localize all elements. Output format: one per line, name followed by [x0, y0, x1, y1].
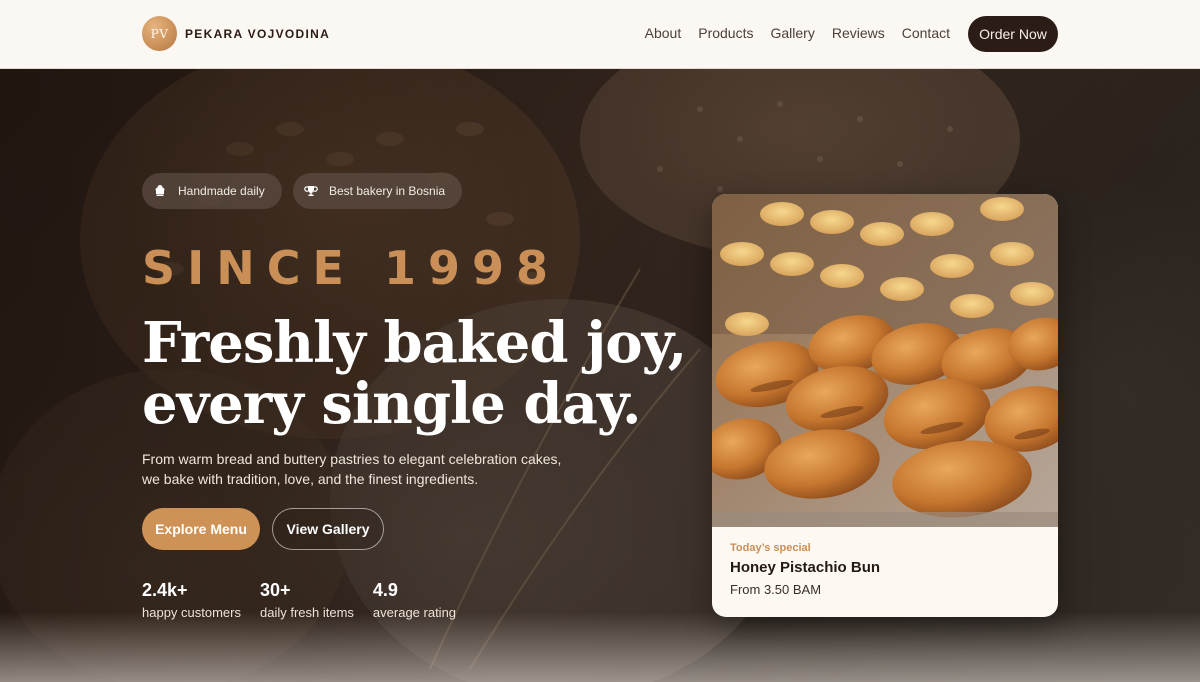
- stat-label: daily fresh items: [260, 605, 354, 620]
- stat-value: 30+: [260, 580, 291, 600]
- hero-headline: Freshly baked joy, every single day.: [142, 313, 702, 435]
- nav-link-reviews[interactable]: Reviews: [832, 25, 885, 41]
- explore-menu-button[interactable]: Explore Menu: [142, 508, 260, 550]
- nav-link-contact[interactable]: Contact: [902, 25, 950, 41]
- brand-name: PEKARA VOJVODINA: [185, 26, 331, 41]
- logo-badge: PV: [142, 16, 177, 51]
- hero-description: From warm bread and buttery pastries to …: [142, 451, 562, 487]
- stat-daily-items: 30+ daily fresh items: [260, 579, 354, 620]
- headline-line-1: Freshly baked joy,: [142, 310, 687, 376]
- card-price: From 3.50 BAM: [730, 582, 822, 597]
- stat-label: average rating: [372, 605, 457, 620]
- badge-label: Best bakery in Bosnia: [329, 184, 446, 198]
- card-title: Honey Pistachio Bun: [730, 559, 881, 576]
- stat-happy-customers: 2.4k+ happy customers: [142, 579, 241, 620]
- stat-value: 2.4k+: [142, 580, 188, 600]
- badge-best-bakery: Best bakery in Bosnia: [293, 173, 463, 209]
- hero-section: Handmade daily Best bakery in Bosnia SIN…: [0, 69, 1200, 682]
- card-tag: Today’s special: [730, 542, 811, 554]
- view-gallery-button[interactable]: View Gallery: [272, 508, 384, 550]
- todays-special-card[interactable]: Today’s special Honey Pistachio Bun From…: [712, 194, 1058, 617]
- order-now-button[interactable]: Order Now: [968, 16, 1058, 52]
- badge-handmade-daily: Handmade daily: [142, 173, 282, 209]
- top-navbar: PV PEKARA VOJVODINA About Products Galle…: [0, 0, 1200, 69]
- chef-hat-icon: [152, 183, 168, 199]
- nav-link-gallery[interactable]: Gallery: [770, 25, 814, 41]
- nav-link-about[interactable]: About: [645, 25, 682, 41]
- stats-row: 2.4k+ happy customers 30+ daily fresh it…: [142, 579, 475, 620]
- headline-line-2: every single day.: [142, 371, 641, 437]
- since-eyebrow: SINCE 1998: [142, 241, 560, 295]
- nav-link-products[interactable]: Products: [698, 25, 753, 41]
- brand-logo[interactable]: PV PEKARA VOJVODINA: [142, 16, 330, 51]
- stat-average-rating: 4.9 average rating: [373, 579, 456, 620]
- nav-links: About Products Gallery Reviews Contact: [645, 25, 950, 41]
- pastries-photo: [712, 194, 1058, 527]
- stat-value: 4.9: [372, 580, 398, 600]
- badge-label: Handmade daily: [178, 184, 265, 198]
- stat-label: happy customers: [142, 605, 241, 620]
- hero-bottom-fade: [0, 612, 1200, 682]
- trophy-icon: [303, 183, 319, 199]
- card-body: Today’s special Honey Pistachio Bun From…: [730, 542, 880, 597]
